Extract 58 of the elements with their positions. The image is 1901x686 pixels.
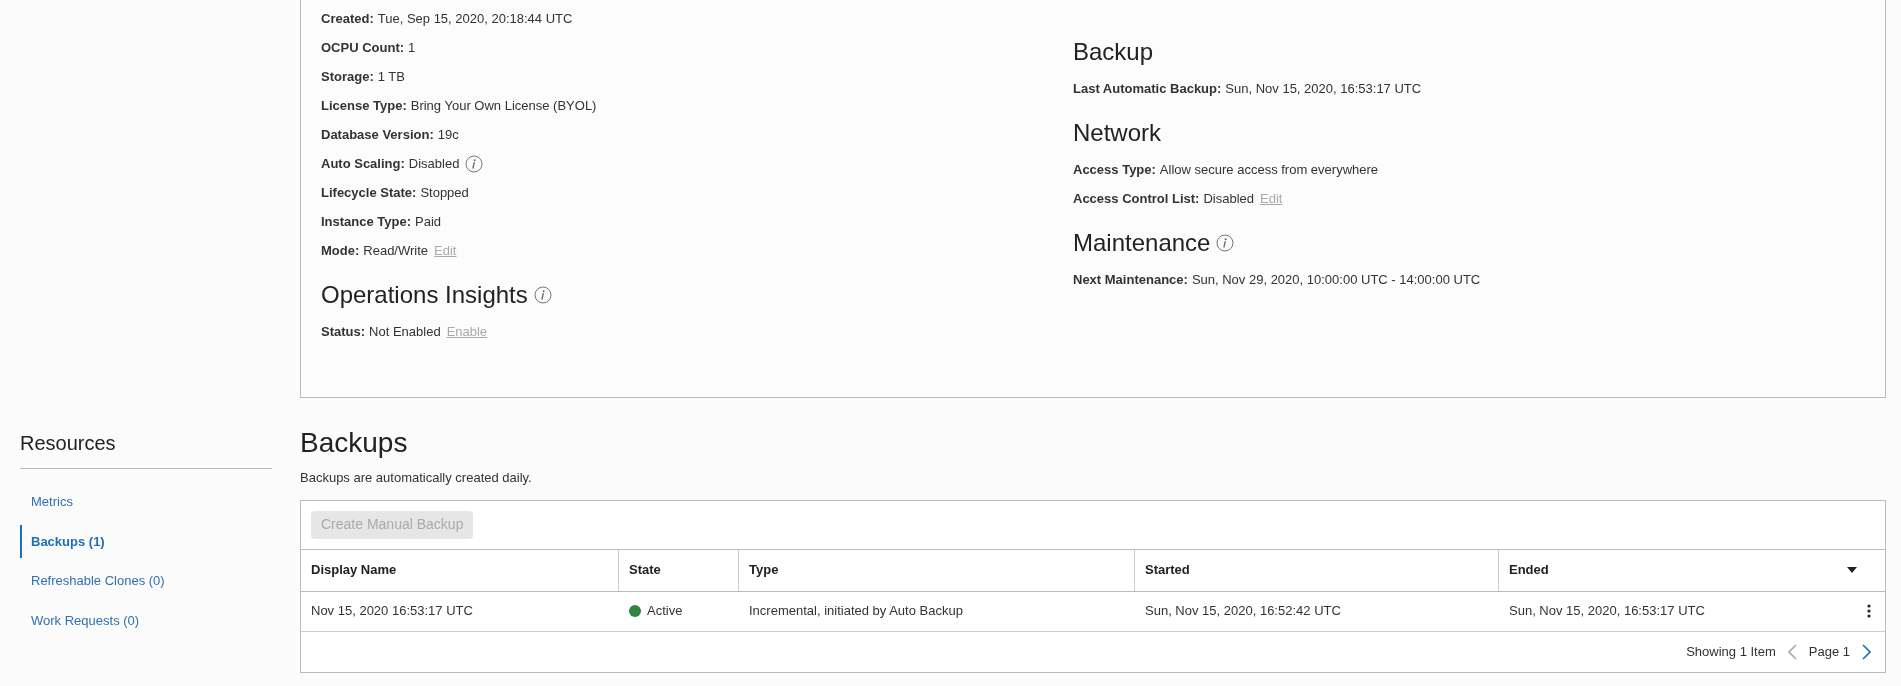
field-label: OCPU Count: [321, 38, 405, 57]
section-heading: Operations Insights [321, 280, 528, 310]
field-value: 1 [408, 38, 416, 57]
field-value: Sun, Nov 29, 2020, 10:00:00 UTC - 14:00:00 UTC [1191, 270, 1481, 289]
field-value: Tue, Sep 15, 2020, 20:18:44 UTC [377, 9, 573, 28]
field-label: Mode: [321, 241, 360, 260]
field-label: Last Automatic Backup: [1073, 79, 1222, 98]
info-icon[interactable] [1216, 234, 1235, 252]
dropdown-icon[interactable] [1847, 567, 1857, 573]
sidebar-item[interactable]: Backups (1) [20, 524, 272, 558]
column-header[interactable]: Display Name [311, 560, 397, 580]
page-indicator: Page 1 [1808, 642, 1850, 661]
column-header[interactable]: Ended [1509, 560, 1549, 580]
next-page-icon[interactable] [1862, 643, 1871, 660]
field-label: Instance Type: [321, 212, 412, 231]
field-value: Stopped [420, 183, 469, 202]
field-value: Not Enabled [369, 322, 441, 341]
more-options-icon[interactable] [1867, 604, 1871, 618]
table-cell-text: Active [647, 602, 683, 621]
table-cell: Sun, Nov 15, 2020, 16:52:42 UTC [1145, 603, 1341, 619]
field-value: 19c [437, 125, 459, 144]
field-label: Access Type: [1073, 160, 1156, 179]
field-value: Allow secure access from everywhere [1159, 160, 1379, 179]
resources-title: Resources [20, 428, 272, 469]
section-heading: Maintenance [1073, 228, 1211, 258]
field-label: Created: [321, 9, 374, 28]
item-count: Showing 1 Item [1686, 642, 1776, 661]
column-header[interactable]: Type [749, 560, 779, 580]
backups-description: Backups are automatically created daily. [300, 469, 533, 487]
sidebar-item[interactable]: Metrics [20, 485, 272, 519]
table-cell: Nov 15, 2020 16:53:17 UTC [311, 603, 473, 619]
info-icon[interactable] [465, 154, 484, 173]
column-header[interactable]: Started [1145, 560, 1190, 580]
field-value: Bring Your Own License (BYOL) [410, 96, 597, 115]
field-value: Read/Write [363, 241, 429, 260]
section-heading: Network [1073, 118, 1162, 148]
field-label: Access Control List: [1073, 189, 1200, 208]
backups-title: Backups [300, 426, 409, 460]
field-label: Storage: [321, 67, 374, 86]
field-label: Lifecycle State: [321, 183, 417, 202]
field-value: Sun, Nov 15, 2020, 16:53:17 UTC [1225, 79, 1422, 98]
field-label: License Type: [321, 96, 407, 115]
field-label: Auto Scaling: [321, 154, 405, 173]
previous-page-icon[interactable] [1787, 643, 1797, 660]
column-header[interactable]: State [629, 560, 661, 580]
field-value: Disabled [1203, 189, 1254, 208]
sidebar-item[interactable]: Work Requests (0) [20, 603, 272, 637]
table-cell-text: Sun, Nov 15, 2020, 16:53:17 UTC [1509, 602, 1705, 621]
field-label: Next Maintenance: [1073, 270, 1188, 289]
field-value: 1 TB [377, 67, 405, 86]
sidebar-item[interactable]: Refreshable Clones (0) [20, 564, 272, 598]
table-cell: Incremental, initiated by Auto Backup [749, 603, 963, 619]
field-label: Database Version: [321, 125, 434, 144]
info-icon[interactable] [533, 286, 552, 304]
section-heading: Backup [1073, 37, 1154, 67]
field-value: Paid [415, 212, 442, 231]
field-label: Status: [321, 322, 366, 341]
field-value: Disabled [408, 154, 460, 173]
